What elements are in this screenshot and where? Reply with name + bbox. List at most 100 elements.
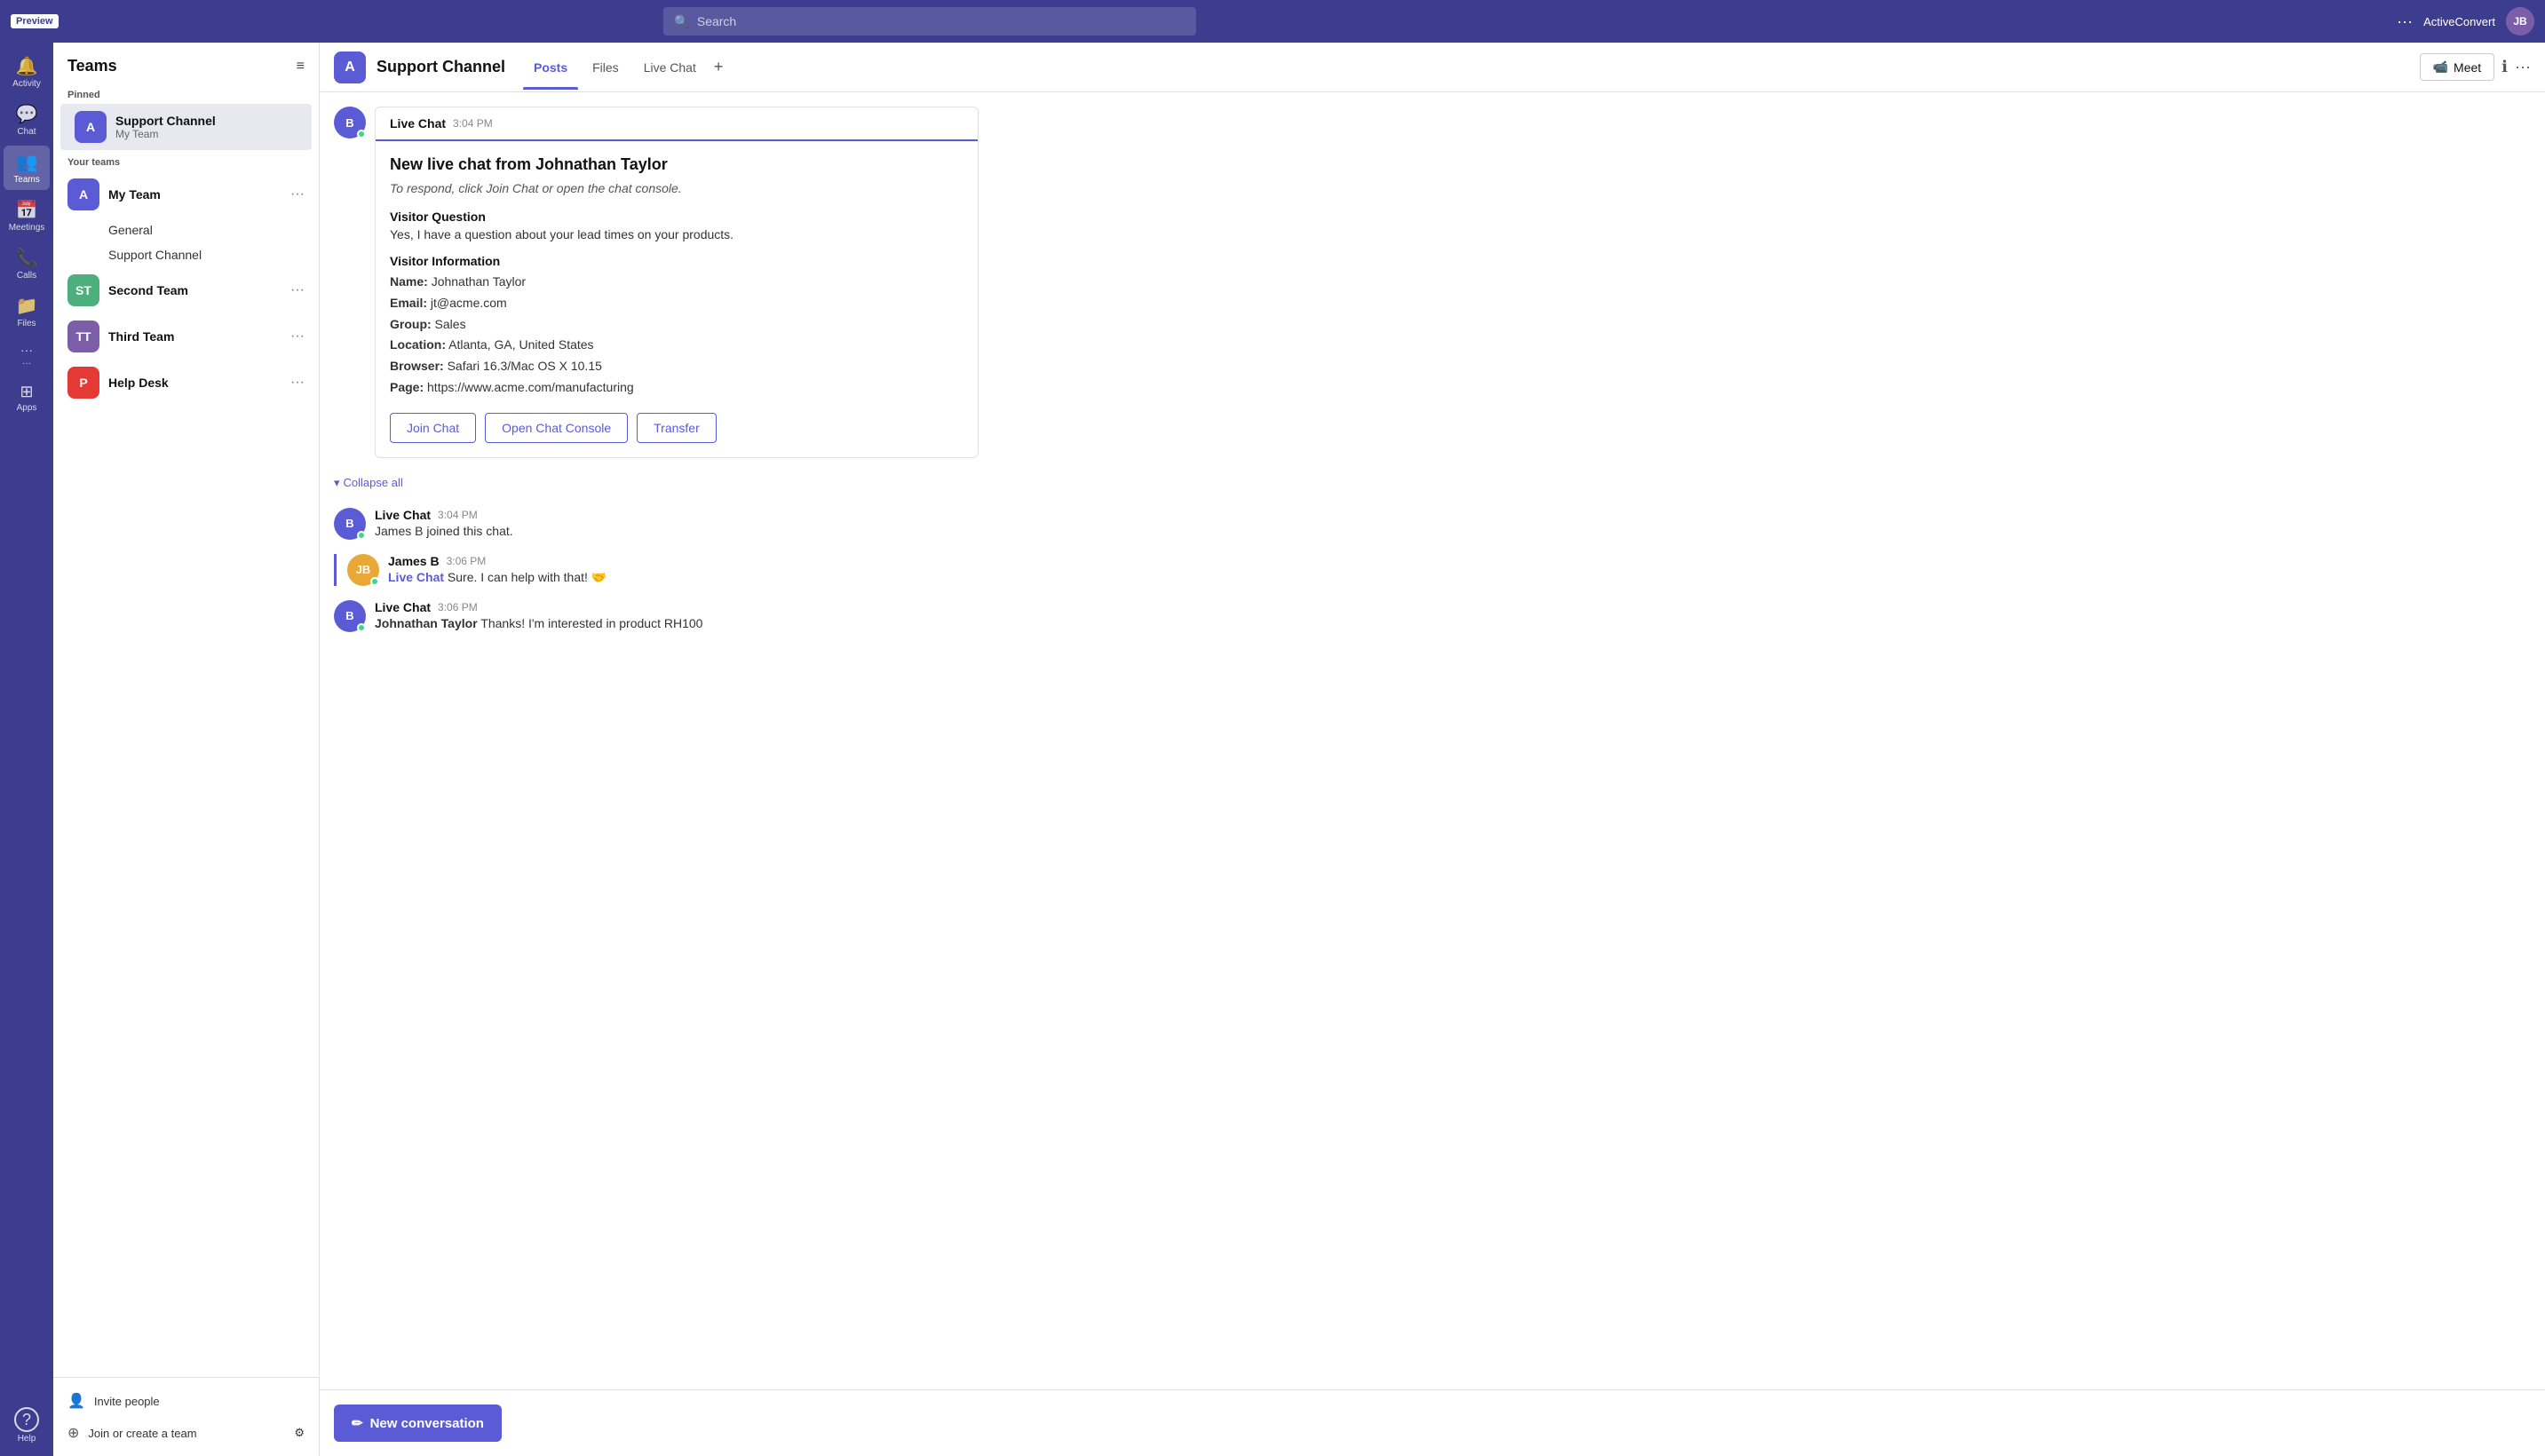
msg3-time: 3:06 PM: [438, 601, 478, 613]
sidebar-bottom: 👤 Invite people ⊕ Join or create a team …: [53, 1377, 319, 1456]
msg1-sender: Live Chat: [375, 508, 431, 522]
channel-tabs: Posts Files Live Chat +: [523, 53, 723, 82]
sidebar-item-chat[interactable]: 💬 Chat: [4, 98, 50, 142]
search-input[interactable]: [697, 14, 1186, 28]
live-chat-headline: New live chat from Johnathan Taylor: [390, 155, 963, 174]
location-value: Atlanta, GA, United States: [448, 337, 593, 352]
pinned-channel-sub: My Team: [115, 128, 297, 140]
pinned-channel-avatar: A: [75, 111, 107, 143]
msg1-text: James B joined this chat.: [375, 524, 2531, 538]
msg2-tag: Live Chat: [388, 570, 444, 584]
topbar-more-icon[interactable]: ···: [2397, 12, 2413, 31]
team-item-my-team[interactable]: A My Team ···: [53, 171, 319, 218]
sidebar-item-help[interactable]: ? Help: [4, 1402, 50, 1449]
sidebar-item-calls[interactable]: 📞 Calls: [4, 241, 50, 286]
tab-files[interactable]: Files: [582, 53, 630, 82]
location-label: Location:: [390, 337, 446, 352]
channel-header: A Support Channel Posts Files Live Chat …: [320, 43, 2545, 92]
search-icon: 🔍: [674, 14, 689, 29]
live-chat-actions: Join Chat Open Chat Console Transfer: [390, 413, 963, 443]
sidebar-item-meetings[interactable]: 📅 Meetings: [4, 194, 50, 238]
collapse-all-button[interactable]: ▾ Collapse all: [334, 472, 2531, 494]
team-item-help-desk[interactable]: P Help Desk ···: [53, 360, 319, 406]
team-item-second-team[interactable]: ST Second Team ···: [53, 267, 319, 313]
info-icon[interactable]: ℹ: [2501, 58, 2508, 76]
channel-avatar: A: [334, 51, 366, 83]
help-icon: ?: [14, 1407, 39, 1432]
message-row-2: JB James B 3:06 PM Live Chat Sure. I can…: [334, 554, 2531, 586]
chat-icon: 💬: [16, 103, 38, 125]
settings-icon[interactable]: ⚙: [294, 1426, 305, 1440]
pinned-label: Pinned: [53, 83, 319, 104]
more-icon: ···: [20, 343, 33, 357]
sidebar-item-apps[interactable]: ⊞ Apps: [4, 377, 50, 418]
tab-live-chat[interactable]: Live Chat: [633, 53, 707, 82]
second-team-avatar: ST: [67, 274, 99, 306]
join-label: Join or create a team: [88, 1427, 196, 1440]
msg1-meta: Live Chat 3:04 PM: [375, 508, 2531, 522]
channel-support[interactable]: Support Channel: [53, 242, 319, 267]
files-label: Files: [17, 319, 36, 328]
topbar: Preview 🔍 ··· ActiveConvert JB: [0, 0, 2545, 43]
pinned-channel-item[interactable]: A Support Channel My Team: [60, 104, 312, 150]
sidebar-header: Teams ≡: [53, 43, 319, 83]
meetings-label: Meetings: [9, 223, 45, 233]
teams-icon: 👥: [16, 151, 38, 173]
nav-icons: 🔔 Activity 💬 Chat 👥 Teams 📅 Meetings 📞 C…: [0, 43, 53, 1456]
visitor-info-title: Visitor Information: [390, 254, 963, 268]
email-value: jt@acme.com: [431, 296, 507, 310]
msg3-visitor-name: Johnathan Taylor: [375, 616, 478, 630]
invite-people-button[interactable]: 👤 Invite people: [53, 1385, 319, 1417]
add-tab-icon[interactable]: +: [714, 58, 724, 76]
msg2-time: 3:06 PM: [447, 555, 487, 567]
channel-more-icon[interactable]: ···: [2515, 58, 2531, 76]
channel-general[interactable]: General: [53, 218, 319, 242]
msg2-sender: James B: [388, 554, 440, 568]
msg2-meta: James B 3:06 PM: [388, 554, 2531, 568]
chevron-down-icon: ▾: [334, 476, 340, 490]
live-chat-card-body: New live chat from Johnathan Taylor To r…: [376, 141, 978, 457]
main-layout: 🔔 Activity 💬 Chat 👥 Teams 📅 Meetings 📞 C…: [0, 43, 2545, 1456]
your-teams-label: Your teams: [53, 150, 319, 171]
tab-posts[interactable]: Posts: [523, 53, 578, 82]
msg1-content: Live Chat 3:04 PM James B joined this ch…: [375, 508, 2531, 538]
meet-button[interactable]: 📹 Meet: [2420, 53, 2495, 81]
search-bar[interactable]: 🔍: [663, 7, 1196, 36]
live-chat-subtext: To respond, click Join Chat or open the …: [390, 181, 963, 195]
visitor-question-title: Visitor Question: [390, 210, 963, 224]
calls-icon: 📞: [16, 247, 38, 269]
third-team-avatar: TT: [67, 320, 99, 352]
online-indicator: [357, 130, 366, 138]
sidebar: Teams ≡ Pinned A Support Channel My Team…: [53, 43, 320, 1456]
live-chat-card-wrapper: Live Chat 3:04 PM New live chat from Joh…: [375, 107, 2531, 458]
help-label: Help: [18, 1434, 36, 1444]
second-team-more-icon[interactable]: ···: [290, 282, 305, 298]
channel-header-right: 📹 Meet ℹ ···: [2420, 53, 2531, 81]
msg2-avatar: JB: [347, 554, 379, 586]
chat-label: Chat: [17, 127, 36, 137]
transfer-button[interactable]: Transfer: [637, 413, 717, 443]
open-chat-console-button[interactable]: Open Chat Console: [485, 413, 628, 443]
sidebar-item-activity[interactable]: 🔔 Activity: [4, 50, 50, 94]
msg1-avatar: B: [334, 508, 366, 540]
join-create-team-button[interactable]: ⊕ Join or create a team ⚙: [53, 1417, 319, 1449]
third-team-more-icon[interactable]: ···: [290, 328, 305, 344]
help-desk-avatar: P: [67, 367, 99, 399]
meet-camera-icon: 📹: [2433, 59, 2448, 75]
live-chat-card-time: 3:04 PM: [453, 117, 493, 130]
browser-label: Browser:: [390, 359, 444, 373]
my-team-more-icon[interactable]: ···: [290, 186, 305, 202]
activity-label: Activity: [12, 79, 41, 89]
help-desk-more-icon[interactable]: ···: [290, 375, 305, 391]
sidebar-item-more[interactable]: ··· ···: [4, 337, 50, 374]
new-conversation-button[interactable]: ✏ New conversation: [334, 1405, 502, 1442]
pinned-channel-info: Support Channel My Team: [115, 114, 297, 140]
join-chat-button[interactable]: Join Chat: [390, 413, 476, 443]
meet-label: Meet: [2454, 60, 2481, 75]
name-label: Name:: [390, 274, 428, 289]
avatar[interactable]: JB: [2506, 7, 2534, 36]
filter-icon[interactable]: ≡: [297, 59, 305, 75]
sidebar-item-teams[interactable]: 👥 Teams: [4, 146, 50, 190]
sidebar-item-files[interactable]: 📁 Files: [4, 289, 50, 334]
team-item-third-team[interactable]: TT Third Team ···: [53, 313, 319, 360]
